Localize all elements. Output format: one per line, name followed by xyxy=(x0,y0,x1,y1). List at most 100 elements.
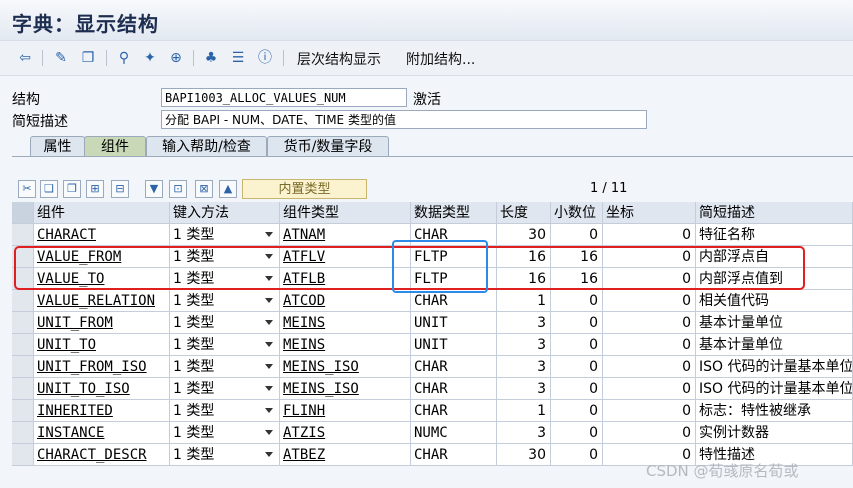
short-desc-field[interactable]: 分配 BAPI - NUM、DATE、TIME 类型的值 xyxy=(161,110,647,129)
activate-icon[interactable]: ✦ xyxy=(141,49,159,67)
chevron-down-icon[interactable] xyxy=(265,452,273,457)
tab-components[interactable]: 组件 xyxy=(84,136,146,157)
column-header-comptype[interactable]: 组件类型 xyxy=(280,202,411,224)
select-all-cell[interactable] xyxy=(12,202,34,224)
table-row[interactable]: UNIT_FROM_ISO 1 类型 MEINS_ISO CHAR 3 0 0 ISO 代码的… xyxy=(12,356,853,378)
table-row[interactable]: VALUE_RELATION 1 类型 ATCOD CHAR 1 0 0 相关值代码 xyxy=(12,290,853,312)
chevron-down-icon[interactable] xyxy=(265,408,273,413)
back-icon[interactable]: ⇦ xyxy=(16,49,34,67)
chevron-down-icon[interactable] xyxy=(265,298,273,303)
copy-icon[interactable]: ❏ xyxy=(40,180,58,198)
object-list-icon[interactable]: ☰ xyxy=(229,49,247,67)
row-selector[interactable] xyxy=(12,356,34,378)
cell-component[interactable]: INSTANCE xyxy=(34,422,170,444)
builtin-type-button[interactable]: 内置类型 xyxy=(242,179,367,199)
cell-coordinate: 0 xyxy=(603,290,696,312)
row-selector[interactable] xyxy=(12,400,34,422)
table-row[interactable]: UNIT_TO_ISO 1 类型 MEINS_ISO CHAR 3 0 0 ISO 代码的计量… xyxy=(12,378,853,400)
column-header-coordinate[interactable]: 坐标 xyxy=(603,202,696,224)
cell-typing[interactable]: 1 类型 xyxy=(170,444,280,466)
cell-component[interactable]: CHARACT xyxy=(34,224,170,246)
cell-decimals-text: 0 xyxy=(589,447,598,463)
column-header-component[interactable]: 组件 xyxy=(34,202,170,224)
chevron-down-icon[interactable] xyxy=(265,320,273,325)
tab-input-help[interactable]: 输入帮助/检查 xyxy=(146,136,267,157)
chevron-down-icon[interactable] xyxy=(265,386,273,391)
collapse-icon[interactable]: ⊠ xyxy=(195,180,213,198)
cell-comptype-text: MEINS xyxy=(283,337,326,353)
tab-currency-quantity[interactable]: 货币/数量字段 xyxy=(267,136,389,157)
cell-typing[interactable]: 1 类型 xyxy=(170,312,280,334)
cell-typing[interactable]: 1 类型 xyxy=(170,224,280,246)
test-icon[interactable]: ⊕ xyxy=(167,49,185,67)
cell-typing[interactable]: 1 类型 xyxy=(170,290,280,312)
filter-icon[interactable]: ▼ xyxy=(145,180,163,198)
column-header-typing[interactable]: 键入方法 xyxy=(170,202,280,224)
cell-desc: ISO 代码的计量基本单位 xyxy=(696,356,853,378)
cell-comptype[interactable]: MEINS xyxy=(280,334,411,356)
cell-component[interactable]: UNIT_TO_ISO xyxy=(34,378,170,400)
cell-decimals-text: 0 xyxy=(589,381,598,397)
cell-comptype[interactable]: MEINS_ISO xyxy=(280,356,411,378)
cell-decimals-text: 0 xyxy=(589,293,598,309)
chevron-down-icon[interactable] xyxy=(265,364,273,369)
table-row[interactable]: UNIT_TO 1 类型 MEINS UNIT 3 0 0 基本计量单位 xyxy=(12,334,853,356)
table-row[interactable]: INHERITED 1 类型 FLINH CHAR 1 0 0 标志：特性被继承 xyxy=(12,400,853,422)
hierarchy-display-button[interactable]: 层次结构显示 xyxy=(297,49,381,69)
cell-typing[interactable]: 1 类型 xyxy=(170,356,280,378)
column-header-datatype[interactable]: 数据类型 xyxy=(411,202,497,224)
chevron-down-icon[interactable] xyxy=(265,342,273,347)
row-selector[interactable] xyxy=(12,334,34,356)
chevron-down-icon[interactable] xyxy=(265,232,273,237)
row-selector[interactable] xyxy=(12,290,34,312)
cut-icon[interactable]: ✂ xyxy=(18,180,36,198)
cell-typing-text: 1 类型 xyxy=(173,403,215,419)
cell-datatype: CHAR xyxy=(411,290,497,312)
column-header-desc[interactable]: 简短描述 xyxy=(696,202,853,224)
cell-comptype[interactable]: ATZIS xyxy=(280,422,411,444)
cell-comptype[interactable]: ATBEZ xyxy=(280,444,411,466)
chevron-down-icon[interactable] xyxy=(265,430,273,435)
cell-length-text: 3 xyxy=(537,337,546,353)
row-selector[interactable] xyxy=(12,422,34,444)
check-icon[interactable]: ⚲ xyxy=(115,49,133,67)
row-selector[interactable] xyxy=(12,224,34,246)
cell-component[interactable]: INHERITED xyxy=(34,400,170,422)
cell-typing[interactable]: 1 类型 xyxy=(170,422,280,444)
cell-component[interactable]: UNIT_FROM_ISO xyxy=(34,356,170,378)
display-change-icon[interactable]: ✎ xyxy=(52,49,70,67)
expand-icon[interactable]: ⊡ xyxy=(169,180,187,198)
page-title: 字典：显示结构 xyxy=(12,12,159,36)
where-used-icon[interactable]: ♣ xyxy=(202,49,220,67)
paste-icon[interactable]: ❐ xyxy=(63,180,81,198)
table-row[interactable]: UNIT_FROM 1 类型 MEINS UNIT 3 0 0 基本计量单位 xyxy=(12,312,853,334)
cell-comptype[interactable]: MEINS xyxy=(280,312,411,334)
cell-component[interactable]: UNIT_FROM xyxy=(34,312,170,334)
insert-row-icon[interactable]: ⊞ xyxy=(86,180,104,198)
row-selector[interactable] xyxy=(12,312,34,334)
cell-typing[interactable]: 1 类型 xyxy=(170,334,280,356)
info-icon[interactable]: ⓘ xyxy=(256,49,274,67)
structure-field[interactable]: BAPI1003_ALLOC_VALUES_NUM xyxy=(161,88,407,107)
cell-typing[interactable]: 1 类型 xyxy=(170,378,280,400)
cell-component[interactable]: UNIT_TO xyxy=(34,334,170,356)
tab-attributes[interactable]: 属性 xyxy=(30,136,85,157)
cell-component[interactable]: VALUE_RELATION xyxy=(34,290,170,312)
cell-comptype[interactable]: FLINH xyxy=(280,400,411,422)
delete-row-icon[interactable]: ⊟ xyxy=(111,180,129,198)
cell-decimals-text: 0 xyxy=(589,359,598,375)
cell-comptype[interactable]: MEINS_ISO xyxy=(280,378,411,400)
row-selector[interactable] xyxy=(12,378,34,400)
column-header-length[interactable]: 长度 xyxy=(497,202,551,224)
cell-component-text: INSTANCE xyxy=(37,425,105,441)
cell-typing[interactable]: 1 类型 xyxy=(170,400,280,422)
other-object-icon[interactable]: ❐ xyxy=(79,49,97,67)
cell-comptype[interactable]: ATCOD xyxy=(280,290,411,312)
table-row[interactable]: INSTANCE 1 类型 ATZIS NUMC 3 0 0 实例计数器 xyxy=(12,422,853,444)
cell-coordinate-text: 0 xyxy=(682,381,691,397)
append-structure-button[interactable]: 附加结构... xyxy=(406,49,475,69)
cell-component[interactable]: CHARACT_DESCR xyxy=(34,444,170,466)
row-selector[interactable] xyxy=(12,444,34,466)
column-header-decimals[interactable]: 小数位 xyxy=(551,202,603,224)
top-icon[interactable]: ▲ xyxy=(219,180,237,198)
